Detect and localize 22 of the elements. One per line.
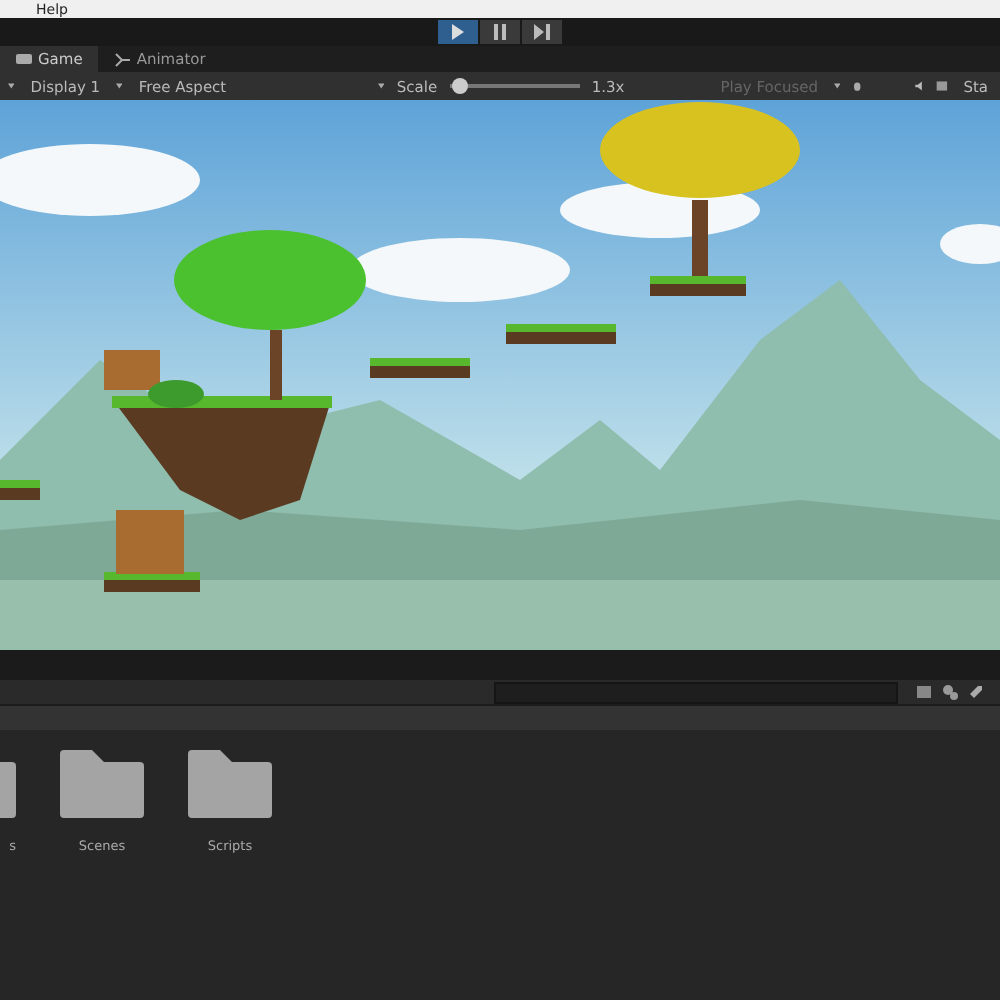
scale-slider[interactable] <box>449 78 580 94</box>
filter-icon[interactable] <box>916 684 932 700</box>
type-icon[interactable] <box>942 684 958 700</box>
step-button[interactable] <box>522 20 562 44</box>
caret-icon <box>378 82 385 90</box>
gamepad-icon <box>16 51 32 67</box>
pause-icon <box>490 22 510 42</box>
caret-icon <box>8 82 15 90</box>
tag-icon[interactable] <box>968 684 984 700</box>
search-field[interactable] <box>494 681 898 703</box>
stats-icon[interactable] <box>935 78 948 94</box>
caret-icon <box>834 82 841 90</box>
pause-button[interactable] <box>480 20 520 44</box>
slider-thumb[interactable] <box>451 78 468 94</box>
folder-icon[interactable] <box>60 750 144 818</box>
step-icon <box>532 22 552 42</box>
folder-icon[interactable] <box>188 750 272 818</box>
play-button[interactable] <box>438 20 478 44</box>
animator-icon <box>114 51 131 67</box>
caret-icon <box>116 82 123 90</box>
play-icon <box>448 22 468 42</box>
speaker-icon[interactable] <box>913 78 924 94</box>
